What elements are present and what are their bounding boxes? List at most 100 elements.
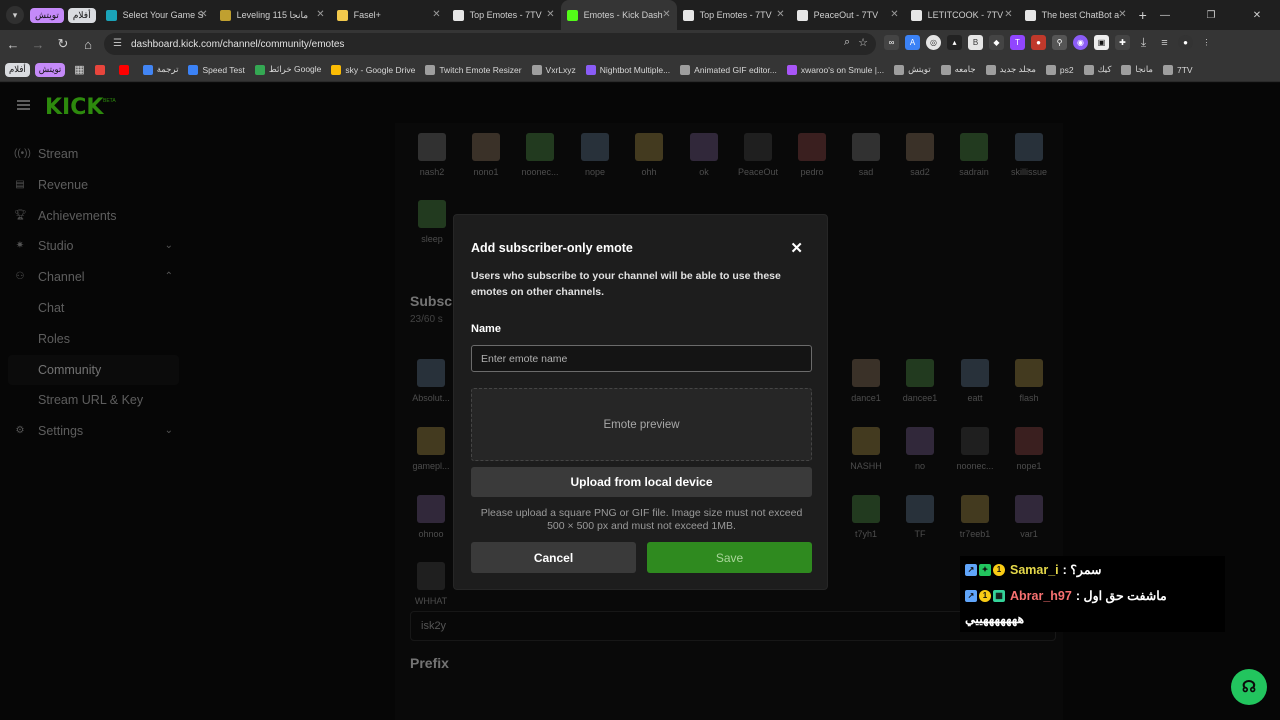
bookmark-item[interactable] bbox=[114, 64, 138, 75]
name-label: Name bbox=[471, 323, 501, 335]
bookmark-label: مجلد جديد bbox=[999, 64, 1036, 74]
tab-favicon-icon bbox=[682, 9, 694, 21]
back-icon[interactable]: ← bbox=[1, 32, 25, 56]
tab-close-icon[interactable]: ✕ bbox=[199, 9, 207, 20]
bookmark-item[interactable]: Animated GIF editor... bbox=[675, 64, 782, 75]
browser-tab[interactable]: The best ChatBot a ✕ bbox=[1019, 0, 1133, 30]
chat-text: : ماشفت حق اول bbox=[1075, 589, 1167, 603]
browser-tab[interactable]: Top Emotes - 7TV ✕ bbox=[447, 0, 561, 30]
upload-button[interactable]: Upload from local device bbox=[471, 467, 812, 497]
bookmark-label: مانجا bbox=[1135, 64, 1153, 74]
address-bar[interactable]: ☰ dashboard.kick.com/channel/community/e… bbox=[104, 33, 876, 55]
bookmark-item[interactable]: ps2 bbox=[1041, 64, 1079, 75]
bookmark-item[interactable]: Speed Test bbox=[183, 64, 249, 75]
browser-tab[interactable]: PeaceOut - 7TV ✕ bbox=[791, 0, 905, 30]
tab-title: The best ChatBot a bbox=[1041, 10, 1120, 20]
forward-icon[interactable]: → bbox=[26, 32, 50, 56]
emote-preview: Emote preview bbox=[471, 388, 812, 461]
modal-title: Add subscriber-only emote bbox=[471, 241, 633, 255]
tab-group-chip[interactable]: أفلام bbox=[67, 7, 96, 23]
browser-tab[interactable]: LETITCOOK - 7TV ✕ bbox=[905, 0, 1019, 30]
bookmark-item[interactable]: كيك bbox=[1079, 64, 1117, 75]
badge-icon: ✦ bbox=[979, 563, 991, 576]
tab-favicon-icon bbox=[452, 9, 464, 21]
bookmark-star-icon[interactable]: ☆ bbox=[858, 36, 868, 49]
chat-text: : سمر؟ bbox=[1062, 563, 1102, 577]
bookmark-icon bbox=[188, 64, 199, 75]
bookmark-item[interactable]: Nightbot Multiple... bbox=[581, 64, 675, 75]
tab-close-icon[interactable]: ✕ bbox=[546, 9, 554, 20]
extension-icon[interactable]: ⚲ bbox=[1052, 35, 1067, 50]
zoom-icon[interactable]: ⌕ bbox=[844, 36, 850, 49]
media-control-icon[interactable]: ≡ bbox=[1157, 35, 1172, 50]
tab-group-chip[interactable]: تويتش bbox=[30, 7, 64, 23]
bookmark-label: ترجمة bbox=[156, 64, 179, 74]
bookmark-icon bbox=[1121, 64, 1132, 75]
extension-icon[interactable]: B bbox=[968, 35, 983, 50]
home-icon[interactable]: ⌂ bbox=[76, 32, 100, 56]
close-icon[interactable]: ✕ bbox=[790, 239, 803, 257]
chat-username: Samar_i bbox=[1010, 562, 1059, 577]
profile-avatar[interactable]: ● bbox=[1178, 35, 1193, 50]
tab-close-icon[interactable]: ✕ bbox=[1118, 9, 1126, 20]
browser-tab[interactable]: Emotes - Kick Dash ✕ bbox=[560, 0, 677, 30]
tab-close-icon[interactable]: ✕ bbox=[1004, 9, 1012, 20]
bookmark-icon bbox=[940, 64, 951, 75]
download-icon[interactable]: ⤓ bbox=[1136, 35, 1151, 50]
support-chat-icon[interactable]: ☊ bbox=[1231, 669, 1267, 705]
bookmark-item[interactable]: جامعه bbox=[936, 64, 981, 75]
restore-icon[interactable]: ❐ bbox=[1188, 0, 1234, 30]
bookmark-icon bbox=[985, 64, 996, 75]
browser-tab[interactable]: Top Emotes - 7TV ✕ bbox=[677, 0, 791, 30]
tab-close-icon[interactable]: ✕ bbox=[432, 9, 440, 20]
extension-icon[interactable]: ◎ bbox=[926, 35, 941, 50]
tab-close-icon[interactable]: ✕ bbox=[316, 9, 324, 20]
menu-kebab-icon[interactable]: ⋮ bbox=[1199, 35, 1214, 50]
tab-close-icon[interactable]: ✕ bbox=[776, 9, 784, 20]
browser-tab[interactable]: Leveling 115 مانجا ✕ bbox=[214, 0, 331, 30]
tab-favicon-icon bbox=[566, 9, 578, 21]
bookmark-item[interactable]: ترجمة bbox=[138, 64, 184, 75]
bookmark-label: كيك bbox=[1097, 64, 1112, 74]
shield-icon[interactable]: ◆ bbox=[989, 35, 1004, 50]
tab-favicon-icon bbox=[105, 9, 117, 21]
bookmark-item[interactable]: خرائط Google bbox=[250, 64, 327, 75]
cancel-button[interactable]: Cancel bbox=[471, 542, 636, 573]
twitch-extension-icon[interactable]: T bbox=[1010, 35, 1025, 50]
extension-icon[interactable]: ◉ bbox=[1073, 35, 1088, 50]
bookmark-item[interactable]: تويتش bbox=[889, 64, 936, 75]
bookmark-item[interactable]: مجلد جديد bbox=[981, 64, 1041, 75]
extension-icon[interactable]: ▣ bbox=[1094, 35, 1109, 50]
bookmark-item[interactable]: sky - Google Drive bbox=[326, 64, 420, 75]
browser-tab[interactable]: Fasel+ ✕ bbox=[331, 0, 447, 30]
bookmark-label: sky - Google Drive bbox=[345, 64, 416, 75]
browser-tab[interactable]: Select Your Game S ✕ bbox=[100, 0, 214, 30]
apps-grid-icon[interactable]: ▦ bbox=[69, 63, 89, 76]
extension-icon[interactable]: ∞ bbox=[884, 35, 899, 50]
bookmark-group-chip[interactable]: تويتش bbox=[34, 62, 66, 77]
site-info-icon[interactable]: ☰ bbox=[113, 38, 125, 50]
bookmark-item[interactable]: VxrLxyz bbox=[527, 64, 581, 75]
bookmark-item[interactable]: 7TV bbox=[1158, 64, 1198, 75]
bookmark-item[interactable]: xwaroo's on Smule |... bbox=[782, 64, 889, 75]
extension-icon[interactable]: ▴ bbox=[947, 35, 962, 50]
reload-icon[interactable]: ↻ bbox=[51, 32, 75, 56]
minimize-icon[interactable]: — bbox=[1142, 0, 1188, 30]
bookmark-icon bbox=[531, 64, 542, 75]
extensions-puzzle-icon[interactable]: ✚ bbox=[1115, 35, 1130, 50]
extension-icon[interactable]: ● bbox=[1031, 35, 1046, 50]
upload-hint: Please upload a square PNG or GIF file. … bbox=[480, 507, 803, 532]
bookmark-group-chip[interactable]: أفلام bbox=[5, 62, 30, 77]
translate-extension-icon[interactable]: A bbox=[905, 35, 920, 50]
tab-search-icon[interactable]: ▾ bbox=[6, 6, 24, 24]
bookmark-item[interactable]: مانجا bbox=[1116, 64, 1158, 75]
bookmark-item[interactable] bbox=[90, 64, 114, 75]
tab-close-icon[interactable]: ✕ bbox=[662, 9, 670, 20]
bookmark-item[interactable]: Twitch Emote Resizer bbox=[420, 64, 526, 75]
tab-close-icon[interactable]: ✕ bbox=[890, 9, 898, 20]
bookmark-icon bbox=[94, 64, 105, 75]
extensions-bar: ∞ A ◎ ▴ B ◆ T ● ⚲ ◉ ▣ ✚ ⤓ ≡ ● ⋮ bbox=[884, 35, 1214, 50]
close-window-icon[interactable]: ✕ bbox=[1234, 0, 1280, 30]
emote-name-input[interactable] bbox=[471, 345, 812, 372]
save-button[interactable]: Save bbox=[647, 542, 812, 573]
